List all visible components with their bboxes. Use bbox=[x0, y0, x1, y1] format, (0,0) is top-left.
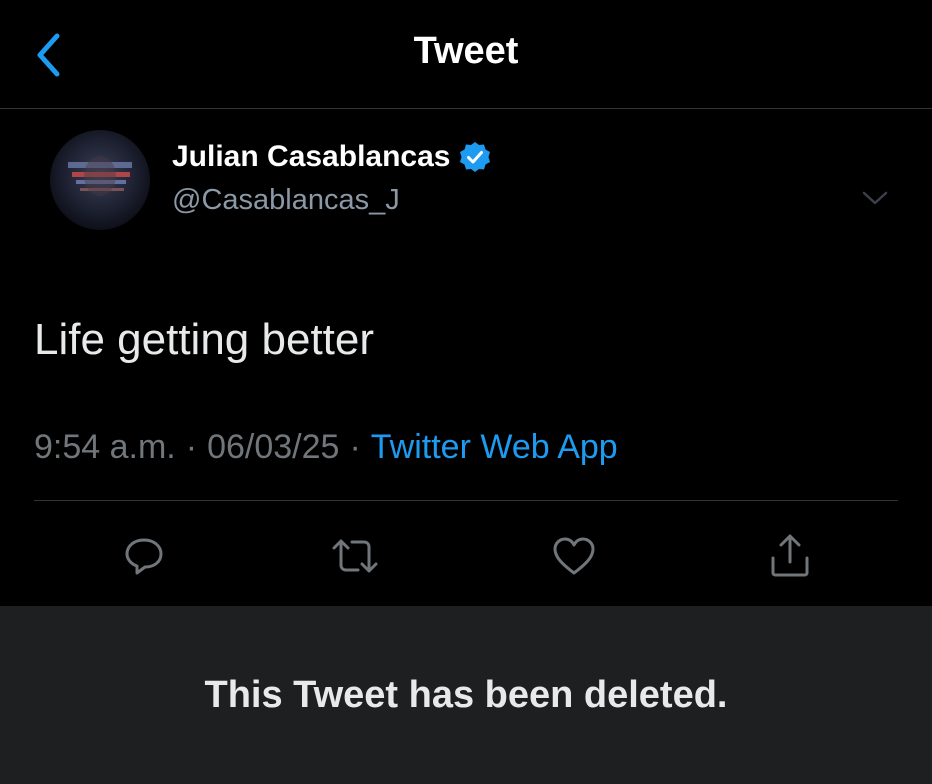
retweet-icon bbox=[332, 539, 378, 573]
verified-badge-icon bbox=[458, 140, 492, 174]
deleted-message: This Tweet has been deleted. bbox=[204, 673, 728, 716]
avatar[interactable] bbox=[50, 130, 150, 230]
retweet-button[interactable] bbox=[329, 530, 381, 582]
share-button[interactable] bbox=[764, 530, 816, 582]
meta-separator: · bbox=[349, 428, 361, 466]
deleted-tweet-banner: This Tweet has been deleted. bbox=[0, 606, 932, 784]
reply-button[interactable] bbox=[118, 530, 170, 582]
page-title: Tweet bbox=[413, 30, 519, 72]
top-navigation-bar: Tweet bbox=[0, 0, 932, 109]
avatar-image bbox=[50, 130, 150, 230]
like-icon bbox=[553, 537, 595, 575]
divider bbox=[34, 500, 898, 501]
author-name: Julian Casablancas bbox=[172, 140, 451, 173]
author-handle[interactable]: @Casablancas_J bbox=[172, 184, 400, 217]
tweet-time: 9:54 a.m. bbox=[34, 428, 176, 466]
tweet-metadata: 9:54 a.m. · 06/03/25 · Twitter Web App bbox=[34, 428, 618, 467]
tweet-source-link[interactable]: Twitter Web App bbox=[371, 428, 618, 467]
meta-separator: · bbox=[185, 428, 198, 466]
tweet-text: Life getting better bbox=[34, 315, 375, 364]
like-button[interactable] bbox=[548, 530, 600, 582]
tweet-date: 06/03/25 bbox=[207, 428, 340, 466]
chevron-down-icon bbox=[862, 191, 888, 205]
reply-icon bbox=[125, 538, 163, 575]
share-icon bbox=[771, 534, 809, 577]
author-name-row[interactable]: Julian Casablancas bbox=[172, 140, 492, 174]
more-options-button[interactable] bbox=[858, 186, 892, 210]
tweet-actions-bar bbox=[0, 530, 932, 582]
